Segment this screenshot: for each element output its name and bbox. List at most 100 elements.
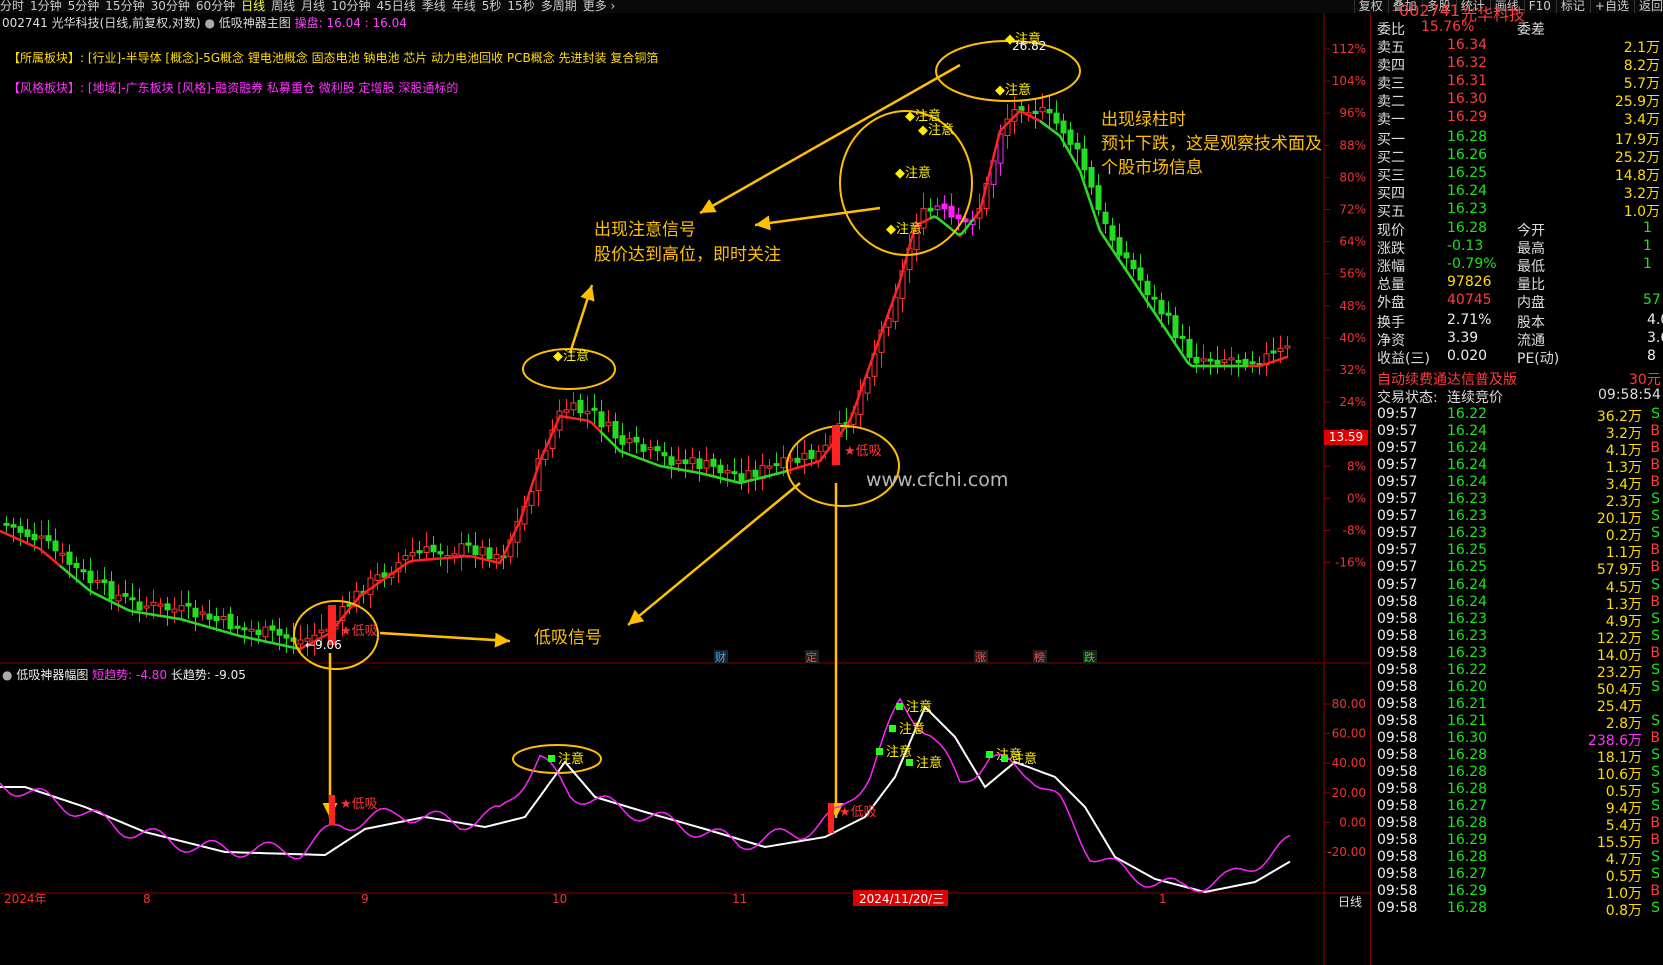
event-marker[interactable]: 涨 — [975, 651, 986, 664]
tick-price: 16.22 — [1447, 406, 1488, 422]
buy-annotation: 低吸信号 — [534, 628, 602, 648]
candle — [416, 550, 423, 554]
stock-title: 002741 光华科技(日线,前复权,对数) — [2, 16, 201, 30]
tick-price: 16.24 — [1447, 440, 1488, 457]
stat-label: 内盘 — [1517, 295, 1545, 311]
stat-label: 收益(三) — [1377, 351, 1430, 367]
x-axis-label: 8 — [143, 892, 151, 906]
period-tab[interactable]: 分时 — [0, 0, 24, 13]
tick-side: S — [1651, 866, 1660, 883]
candle — [1102, 211, 1109, 225]
candle — [248, 628, 255, 632]
candle — [738, 473, 745, 482]
period-tab[interactable]: 45日线 — [376, 0, 415, 13]
sub-chart-name[interactable]: 低吸神器幅图 — [16, 668, 88, 682]
event-marker[interactable]: 跌 — [1084, 650, 1095, 664]
stat-value: 97826 — [1447, 274, 1492, 290]
pct-axis-label: -8% — [1343, 524, 1366, 538]
candle — [1228, 357, 1235, 361]
tick-side: B — [1650, 883, 1660, 900]
long-trend-value: -9.05 — [214, 668, 246, 682]
tick-time: 09:57 — [1377, 525, 1418, 542]
period-tab[interactable]: 15分钟 — [105, 0, 144, 13]
candle — [458, 543, 465, 556]
quote-row: 09:58 16.29 15.5万 B — [1377, 832, 1663, 851]
tick-price: 16.24 — [1447, 474, 1488, 491]
tick-side: S — [1651, 764, 1660, 781]
candle — [794, 457, 801, 463]
period-tab[interactable]: 5秒 — [482, 0, 502, 13]
tick-side: S — [1651, 849, 1660, 866]
indicator-name[interactable]: 低吸神器主图 — [219, 16, 291, 30]
period-tab[interactable]: 月线 — [301, 0, 325, 13]
sector-line: 【所属板块】: [行业]-半导体 [概念]-5G概念 锂电池概念 固态电池 钠电… — [8, 49, 658, 66]
period-tag[interactable]: 日线 — [1338, 893, 1362, 910]
bid-price: 16.23 — [1447, 201, 1488, 217]
candle — [710, 458, 717, 467]
period-tab[interactable]: 30分钟 — [151, 0, 190, 13]
attention-signal: ◆注意 — [895, 165, 931, 181]
period-tab[interactable]: 1分钟 — [30, 0, 62, 13]
quote-row: 09:58 16.29 1.0万 B — [1377, 883, 1663, 902]
pct-axis-label: -16% — [1335, 556, 1366, 570]
tick-price: 16.27 — [1447, 866, 1488, 883]
sub-axis-label: -20.00 — [1327, 845, 1366, 859]
annotation-arrow — [627, 482, 801, 626]
event-marker[interactable]: 财 — [715, 650, 726, 664]
annotation-arrow — [699, 63, 961, 215]
x-axis-label: 11 — [732, 892, 747, 906]
candle — [1109, 225, 1116, 241]
period-tab[interactable]: 季线 — [422, 0, 446, 13]
period-tab[interactable]: 年线 — [452, 0, 476, 13]
candle — [423, 546, 430, 553]
quote-code: 002741 — [1399, 1, 1461, 20]
pct-axis-label: 0% — [1347, 491, 1366, 505]
candle — [1130, 259, 1137, 270]
candle — [493, 553, 500, 560]
tick-price: 16.28 — [1447, 849, 1488, 866]
candle — [1277, 347, 1284, 353]
candle — [780, 457, 787, 469]
quote-row: 09:58 16.24 1.3万 B — [1377, 594, 1663, 613]
sub-attention-signal: 注意 — [906, 699, 932, 715]
candle — [745, 470, 752, 482]
stat-label: 现价 — [1377, 223, 1405, 239]
tick-side: S — [1651, 661, 1660, 678]
quote-row: 净资 3.39 流通 3.6 — [1377, 330, 1663, 349]
quote-row: 卖四 16.32 8.2万 — [1377, 55, 1663, 74]
candle — [430, 544, 437, 553]
ad-text[interactable]: 自动续费通达信普及版 — [1377, 369, 1517, 389]
event-marker[interactable]: 定 — [806, 650, 817, 664]
tick-time: 09:57 — [1377, 406, 1418, 422]
candle — [318, 629, 325, 634]
tick-price: 16.24 — [1447, 423, 1488, 440]
buy-signal: ★低吸 — [340, 624, 378, 639]
tick-time: 09:57 — [1377, 559, 1418, 576]
ask-price: 16.34 — [1447, 37, 1488, 53]
period-tab[interactable]: 多周期 — [541, 0, 577, 13]
weibi-value: 15.76% — [1421, 19, 1475, 35]
period-tab[interactable]: 更多 › — [583, 0, 616, 13]
attention-annotation: 出现注意信号 股价达到高位，即时关注 — [594, 215, 781, 265]
period-tab[interactable]: 15秒 — [507, 0, 534, 13]
candle — [1284, 345, 1291, 349]
period-tab[interactable]: 日线 — [241, 0, 265, 13]
period-tab[interactable]: 5分钟 — [68, 0, 100, 13]
sector-text: [行业]-半导体 [概念]-5G概念 锂电池概念 固态电池 钠电池 芯片 动力电… — [87, 51, 659, 65]
quote-row: 买三 16.25 14.8万 — [1377, 165, 1663, 184]
quote-row: 总量 97826 量比 — [1377, 274, 1663, 293]
pct-axis-label: 8% — [1347, 459, 1366, 473]
bid-label: 买二 — [1377, 150, 1405, 166]
candle — [80, 569, 87, 573]
candle — [654, 446, 661, 452]
tick-side: S — [1651, 781, 1660, 798]
period-tab[interactable]: 10分钟 — [331, 0, 370, 13]
tick-price: 16.23 — [1447, 491, 1488, 508]
event-marker[interactable]: 榜 — [1034, 650, 1045, 664]
period-tab[interactable]: 60分钟 — [196, 0, 235, 13]
period-tab[interactable]: 周线 — [271, 0, 295, 13]
tick-side: S — [1651, 406, 1660, 422]
pct-axis-label: 40% — [1339, 331, 1366, 345]
candle — [220, 616, 227, 621]
attention-signal: ◆注意 — [995, 82, 1031, 98]
